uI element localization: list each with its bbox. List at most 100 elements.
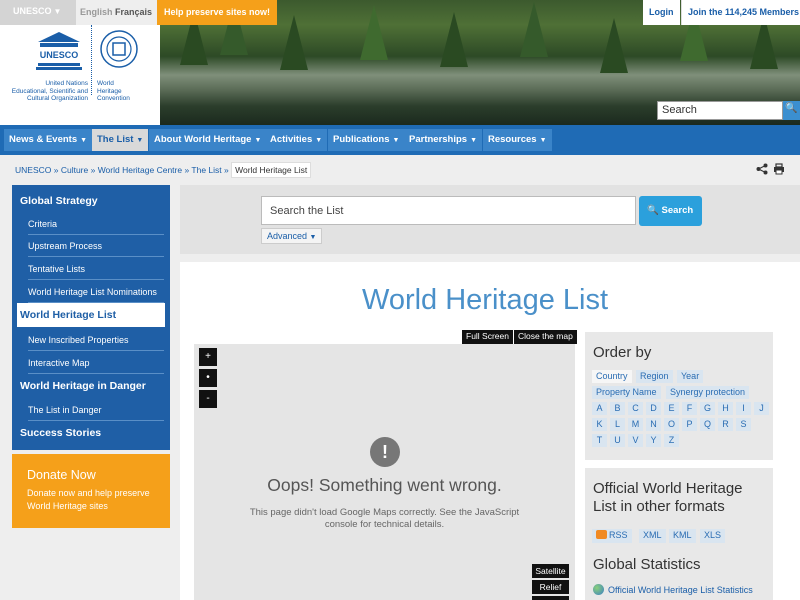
search-icon: 🔍 (647, 205, 659, 216)
format-xls[interactable]: XLS (700, 529, 726, 543)
unesco-logo-icon[interactable]: UNESCO (34, 30, 84, 72)
zoom-in-button[interactable]: + (199, 348, 217, 366)
print-icon[interactable] (773, 163, 785, 175)
map-area[interactable]: + • - ! Oops! Something went wrong. This… (194, 344, 575, 600)
letter-u[interactable]: U (610, 434, 625, 447)
nav-publications[interactable]: Publications ▼ (328, 129, 405, 151)
sidebar-item-global-strategy[interactable]: Global Strategy (20, 195, 98, 207)
letter-b[interactable]: B (610, 402, 625, 415)
letter-a[interactable]: A (592, 402, 607, 415)
order-by-panel: Order by Country Region Year Property Na… (585, 332, 773, 460)
sidebar-item-danger[interactable]: World Heritage in Danger (20, 380, 146, 392)
format-kml[interactable]: KML (669, 529, 696, 543)
letter-q[interactable]: Q (700, 418, 715, 431)
list-search-input[interactable]: Search the List (261, 196, 636, 225)
satellite-button[interactable]: Satellite (532, 564, 569, 578)
help-preserve-button[interactable]: Help preserve sites now! (157, 0, 278, 25)
map-type-button-partial[interactable] (532, 596, 569, 600)
sidebar-item-criteria[interactable]: Criteria (28, 219, 164, 235)
nav-about-world-heritage[interactable]: About World Heritage ▼ (149, 129, 267, 151)
lang-french[interactable]: Français (115, 7, 152, 17)
letter-k[interactable]: K (592, 418, 607, 431)
sidebar-item-upstream[interactable]: Upstream Process (28, 241, 164, 257)
advanced-dropdown[interactable]: Advanced ▼ (261, 228, 323, 244)
letter-m[interactable]: M (628, 418, 643, 431)
nav-activities[interactable]: Activities ▼ (265, 129, 328, 151)
chevron-down-icon: ▼ (392, 137, 400, 144)
un-text-line-3: Cultural Organization (26, 95, 88, 102)
sidebar-item-nominations[interactable]: World Heritage List Nominations (28, 287, 164, 303)
format-xml[interactable]: XML (639, 529, 666, 543)
order-tag-synergy[interactable]: Synergy protection (666, 386, 750, 399)
order-tag-region[interactable]: Region (636, 370, 673, 383)
page-title: World Heritage List (361, 284, 609, 316)
map-center-button[interactable]: • (199, 369, 217, 387)
letter-l[interactable]: L (610, 418, 625, 431)
stats-link[interactable]: Official World Heritage List Statistics (608, 585, 753, 595)
letter-d[interactable]: D (646, 402, 661, 415)
share-icon[interactable] (756, 163, 768, 175)
list-search-button[interactable]: 🔍 Search (639, 196, 702, 226)
full-screen-button[interactable]: Full Screen (462, 330, 513, 344)
letter-v[interactable]: V (628, 434, 643, 447)
site-search-button[interactable]: 🔍 (783, 101, 800, 120)
unesco-dropdown[interactable]: UNESCO ▼ (0, 0, 76, 25)
join-members-button[interactable]: Join the 114,245 Members (681, 0, 800, 25)
sidebar-item-list-danger[interactable]: The List in Danger (28, 405, 164, 421)
nav-the-list[interactable]: The List ▼ (92, 129, 149, 151)
logo-area: UNESCO United Nations Educational, Scien… (0, 25, 160, 125)
list-search-area: Search the List 🔍 Search Advanced ▼ (180, 185, 800, 254)
letter-s[interactable]: S (736, 418, 751, 431)
order-tag-year[interactable]: Year (677, 370, 704, 383)
lang-english[interactable]: English (80, 7, 113, 17)
letter-h[interactable]: H (718, 402, 733, 415)
breadcrumb-unesco[interactable]: UNESCO (15, 165, 51, 175)
sidebar-item-success[interactable]: Success Stories (20, 427, 101, 439)
letter-f[interactable]: F (682, 402, 697, 415)
breadcrumb-culture[interactable]: Culture (61, 165, 88, 175)
language-switch: English Français (80, 7, 152, 17)
breadcrumb-whc[interactable]: World Heritage Centre (98, 165, 182, 175)
nav-news-events[interactable]: News & Events ▼ (4, 129, 93, 151)
letter-z[interactable]: Z (664, 434, 679, 447)
list-search-button-label: Search (661, 205, 694, 216)
nav-label: Resources (488, 134, 537, 145)
letter-e[interactable]: E (664, 402, 679, 415)
breadcrumb-the-list[interactable]: The List (191, 165, 221, 175)
world-heritage-emblem-icon[interactable] (99, 29, 139, 69)
donate-title: Donate Now (27, 468, 96, 482)
chevron-down-icon: ▼ (80, 137, 88, 144)
sidebar-item-world-heritage-list[interactable]: World Heritage List (17, 303, 165, 327)
sidebar-item-tentative[interactable]: Tentative Lists (28, 264, 164, 280)
relief-button[interactable]: Relief (532, 580, 569, 594)
letter-y[interactable]: Y (646, 434, 661, 447)
login-button[interactable]: Login (643, 0, 680, 25)
letter-j[interactable]: J (754, 402, 769, 415)
order-tag-country[interactable]: Country (592, 370, 632, 383)
letter-g[interactable]: G (700, 402, 715, 415)
sidebar-item-new-inscribed[interactable]: New Inscribed Properties (28, 335, 164, 351)
letter-p[interactable]: P (682, 418, 697, 431)
zoom-out-button[interactable]: - (199, 390, 217, 408)
rss-icon (596, 530, 607, 539)
nav-label: About World Heritage (154, 134, 252, 145)
letter-i[interactable]: I (736, 402, 751, 415)
letter-t[interactable]: T (592, 434, 607, 447)
site-search-input[interactable]: Search (657, 101, 783, 120)
sidebar-item-interactive-map[interactable]: Interactive Map (28, 358, 164, 374)
letter-n[interactable]: N (646, 418, 661, 431)
top-bar: UNESCO ▼ English Français Help preserve s… (0, 0, 800, 25)
un-text-line-2: Educational, Scientific and (11, 87, 88, 95)
unesco-logo-text: UNESCO (40, 50, 79, 60)
letter-o[interactable]: O (664, 418, 679, 431)
sidebar: Global Strategy Criteria Upstream Proces… (12, 185, 170, 450)
formats-title: Official World Heritage List in other fo… (593, 480, 743, 515)
letter-c[interactable]: C (628, 402, 643, 415)
nav-resources[interactable]: Resources ▼ (483, 129, 552, 151)
letter-r[interactable]: R (718, 418, 733, 431)
order-tag-property-name[interactable]: Property Name (592, 386, 661, 399)
nav-partnerships[interactable]: Partnerships ▼ (404, 129, 483, 151)
format-rss[interactable]: RSS (592, 529, 632, 543)
close-map-button[interactable]: Close the map (514, 330, 577, 344)
donate-box[interactable]: Donate Now Donate now and help preserve … (12, 454, 170, 528)
